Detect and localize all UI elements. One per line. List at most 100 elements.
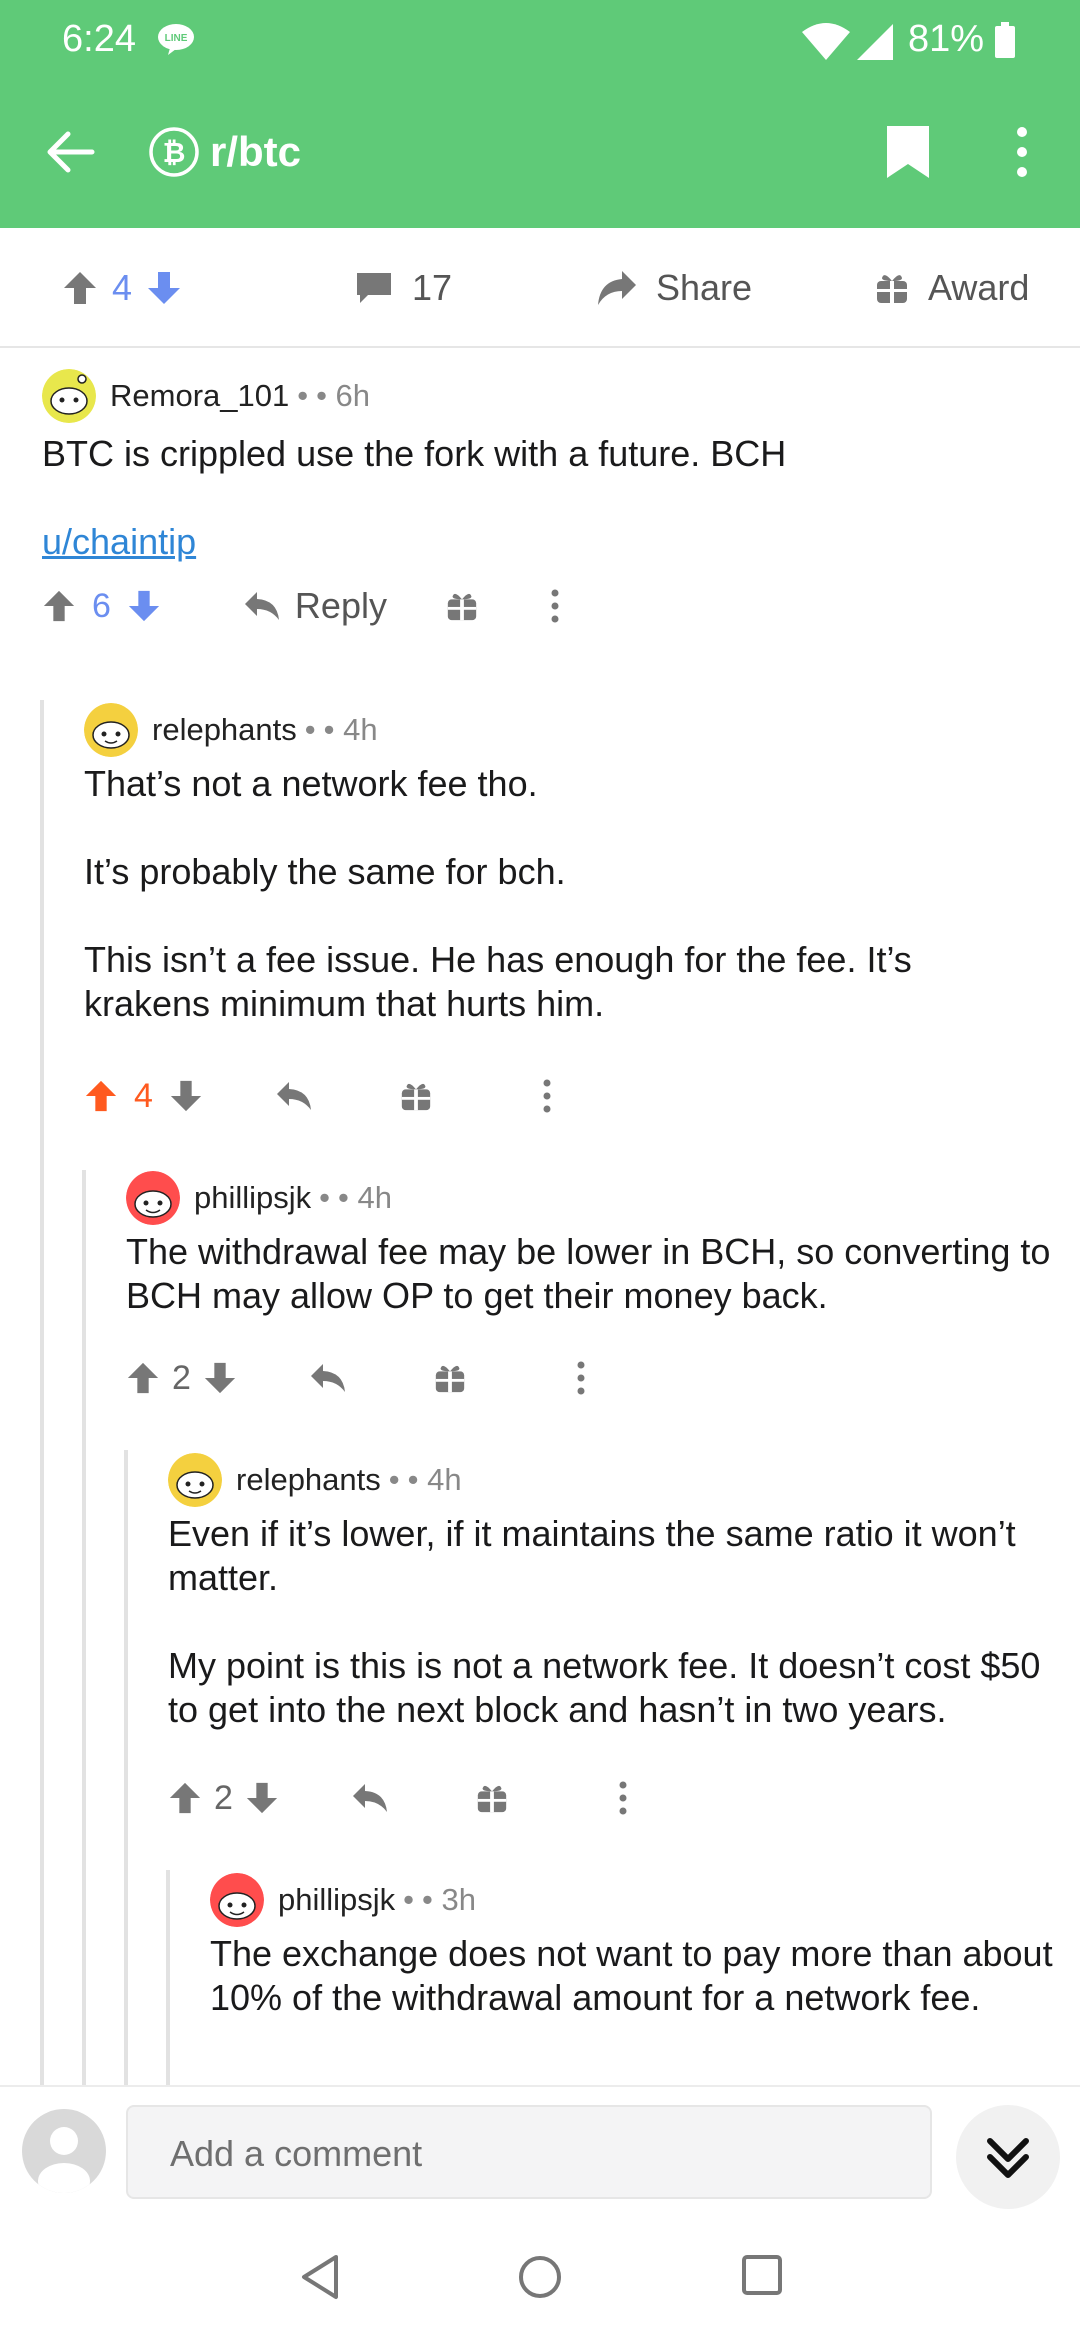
gift-icon[interactable] — [475, 1781, 509, 1815]
comment-age: • 4h — [338, 1180, 392, 1215]
award-button[interactable]: Award — [874, 228, 1029, 348]
comment-composer: Add a comment — [0, 2085, 1080, 2215]
comment-paragraph: This isn’t a fee issue. He has enough fo… — [84, 939, 912, 1024]
comment-item: relephants • • 4h That’s not a network f… — [0, 700, 1080, 1140]
nav-home-icon[interactable] — [516, 2253, 564, 2301]
snoo-avatar-icon — [84, 703, 138, 757]
comment-username[interactable]: relephants — [236, 1462, 381, 1498]
user-avatar[interactable] — [168, 1453, 222, 1507]
upvote-icon[interactable] — [42, 589, 76, 623]
share-arrow-icon — [598, 271, 636, 305]
app-header: 6:24 LINE 81% ₿ r/btc — [0, 0, 1080, 228]
comment-paragraph: Even if it’s lower, if it maintains the … — [168, 1513, 1016, 1598]
reply-arrow-icon[interactable] — [309, 1362, 347, 1394]
share-label: Share — [656, 267, 753, 308]
separator-dot: • — [403, 1882, 415, 1917]
bitcoin-subreddit-icon[interactable]: ₿ — [148, 126, 200, 178]
nav-recents-icon[interactable] — [740, 2253, 784, 2297]
chaintip-user-link[interactable]: u/chaintip — [42, 521, 196, 562]
vote-count: 6 — [92, 586, 111, 625]
reply-arrow-icon[interactable] — [351, 1782, 389, 1814]
user-avatar[interactable] — [126, 1171, 180, 1225]
comment-actions: 2 — [168, 1768, 629, 1828]
comment-bubble-icon — [357, 273, 391, 303]
comment-paragraph: That’s not a network fee tho. — [84, 763, 538, 804]
comment-actions: 2 — [126, 1348, 587, 1408]
comment-item: Remora_101 • • 6h BTC is crippled use th… — [0, 348, 1080, 668]
upvote-icon[interactable] — [168, 1781, 202, 1815]
comment-paragraph: BTC is crippled use the fork with a futu… — [42, 433, 787, 474]
upvote-icon[interactable] — [84, 1079, 118, 1113]
post-vote-count: 4 — [112, 267, 133, 308]
add-comment-placeholder: Add a comment — [170, 2133, 423, 2174]
vote-count: 2 — [172, 1358, 191, 1397]
gift-icon[interactable] — [445, 589, 479, 623]
more-options-icon[interactable] — [549, 588, 561, 624]
jump-to-next-button[interactable] — [956, 2105, 1060, 2209]
bookmark-icon[interactable] — [885, 124, 931, 180]
upvote-icon[interactable] — [126, 1361, 160, 1395]
comment-username[interactable]: Remora_101 — [110, 378, 289, 414]
user-avatar[interactable] — [210, 1873, 264, 1927]
post-action-bar: 4 17 Share Award — [0, 228, 1080, 348]
svg-text:LINE: LINE — [165, 33, 188, 44]
comment-item: phillipsjk • • 4h The withdrawal fee may… — [0, 1168, 1080, 1448]
current-user-avatar[interactable] — [22, 2109, 106, 2193]
more-options-icon[interactable] — [541, 1078, 553, 1114]
comment-age: • 3h — [422, 1882, 476, 1917]
comment-paragraph: The exchange does not want to pay more t… — [210, 1933, 1053, 2018]
comment-item: phillipsjk • • 3h The exchange does not … — [0, 1870, 1080, 2085]
downvote-icon[interactable] — [127, 589, 161, 623]
downvote-icon[interactable] — [169, 1079, 203, 1113]
comment-meta: relephants • • 4h — [84, 700, 378, 760]
comment-body: The withdrawal fee may be lower in BCH, … — [126, 1230, 1056, 1318]
wifi-icon — [802, 23, 850, 60]
signal-icon — [857, 24, 893, 60]
award-label: Award — [928, 267, 1030, 308]
separator-dot: • — [297, 378, 309, 413]
system-nav-bar — [0, 2215, 1080, 2340]
vote-count: 2 — [214, 1778, 233, 1817]
snoo-avatar-icon — [168, 1453, 222, 1507]
add-comment-input[interactable]: Add a comment — [126, 2105, 932, 2199]
reply-label: Reply — [294, 585, 387, 626]
more-options-icon[interactable] — [575, 1360, 587, 1396]
comments-button[interactable]: 17 — [354, 228, 452, 348]
vote-count: 4 — [134, 1076, 153, 1115]
comment-username[interactable]: phillipsjk — [194, 1180, 311, 1216]
user-avatar[interactable] — [84, 703, 138, 757]
subreddit-name[interactable]: r/btc — [210, 128, 301, 176]
more-options-icon[interactable] — [617, 1780, 629, 1816]
upvote-icon[interactable] — [62, 270, 98, 306]
share-button[interactable]: Share — [596, 228, 752, 348]
downvote-icon[interactable] — [245, 1781, 279, 1815]
back-arrow-icon[interactable] — [44, 126, 96, 178]
gift-icon[interactable] — [433, 1361, 467, 1395]
overflow-menu-icon[interactable] — [1008, 124, 1036, 180]
battery-percent: 81% — [908, 18, 985, 60]
reply-arrow-icon[interactable] — [275, 1080, 313, 1112]
comment-body: The exchange does not want to pay more t… — [210, 1932, 1060, 2020]
separator-dot: • — [304, 712, 316, 747]
comment-meta: phillipsjk • • 3h — [210, 1870, 476, 1930]
comment-body: Even if it’s lower, if it maintains the … — [168, 1512, 1068, 1732]
comment-username[interactable]: phillipsjk — [278, 1882, 395, 1918]
nav-back-icon[interactable] — [298, 2253, 342, 2301]
svg-text:₿: ₿ — [163, 137, 186, 168]
reply-button[interactable]: Reply — [243, 585, 387, 627]
gift-icon — [877, 275, 907, 303]
comment-count: 17 — [412, 267, 453, 308]
comment-paragraph: My point is this is not a network fee. I… — [168, 1645, 1041, 1730]
user-avatar[interactable] — [42, 369, 96, 423]
comment-age: • 4h — [407, 1462, 462, 1497]
gift-icon[interactable] — [399, 1079, 433, 1113]
snoo-avatar-icon — [126, 1171, 180, 1225]
downvote-icon[interactable] — [203, 1361, 237, 1395]
comment-meta: phillipsjk • • 4h — [126, 1168, 392, 1228]
downvote-icon[interactable] — [146, 270, 182, 306]
separator-dot: • — [319, 1180, 331, 1215]
comment-username[interactable]: relephants — [152, 712, 297, 748]
default-avatar-icon — [38, 2127, 90, 2193]
comment-paragraph: It’s probably the same for bch. — [84, 851, 566, 892]
status-time: 6:24 — [62, 18, 136, 60]
